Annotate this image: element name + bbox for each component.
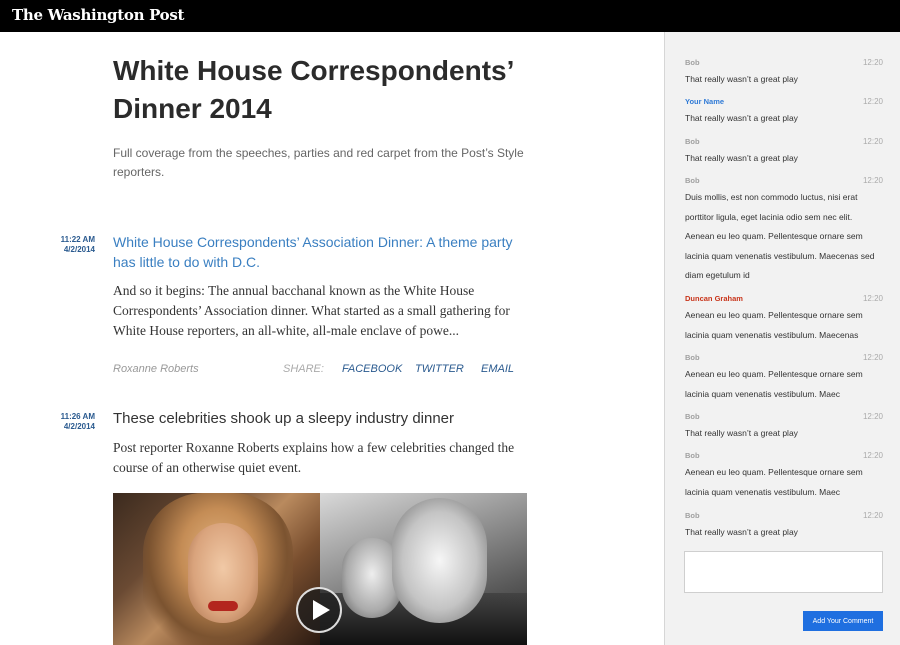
comment-author: Bob bbox=[685, 412, 700, 421]
post-date: 4/2/2014 bbox=[63, 422, 95, 431]
comment-author: Bob bbox=[685, 511, 700, 520]
comment-text: Aenean eu leo quam. Pellentesque ornare … bbox=[685, 310, 863, 340]
post-time: 11:26 AM bbox=[60, 412, 95, 421]
comment-time: 12:20 bbox=[862, 176, 883, 185]
comment-time: 12:20 bbox=[862, 511, 883, 520]
comment-author: Your Name bbox=[685, 97, 725, 106]
comment-text: That really wasn’t a great play bbox=[685, 74, 798, 84]
washington-post-logo[interactable]: The Washington Post bbox=[12, 6, 184, 24]
play-icon bbox=[313, 600, 330, 620]
comment-author: Bob bbox=[685, 451, 700, 460]
photo-left bbox=[113, 493, 320, 645]
comment-author: Duncan Graham bbox=[685, 294, 743, 303]
share-label: SHARE: bbox=[283, 363, 324, 375]
comment-time: 12:20 bbox=[862, 353, 883, 362]
post-body: And so it begins: The annual bacchanal k… bbox=[113, 283, 510, 338]
comment-text: That really wasn’t a great play bbox=[685, 428, 798, 438]
comment-time: 12:20 bbox=[862, 97, 883, 106]
comment-time: 12:20 bbox=[862, 137, 883, 146]
comment-text: That really wasn’t a great play bbox=[685, 113, 798, 123]
post-time: 11:22 AM bbox=[60, 235, 95, 244]
comments-sidebar: Bob 12:20 That really wasn’t a great pla… bbox=[664, 32, 900, 645]
add-comment-button[interactable]: Add Your Comment bbox=[803, 611, 883, 631]
comment-time: 12:20 bbox=[862, 294, 883, 303]
main-content: White House Correspondents’ Dinner 2014 … bbox=[0, 32, 664, 645]
share-twitter-link[interactable]: TWITTER bbox=[415, 363, 464, 375]
comment-text: Aenean eu leo quam. Pellentesque ornare … bbox=[685, 467, 863, 497]
photo-right bbox=[320, 493, 527, 645]
share-email-link[interactable]: EMAIL bbox=[481, 363, 514, 375]
comment-author: Bob bbox=[685, 176, 700, 185]
comment-author: Bob bbox=[685, 58, 700, 67]
page-title: White House Correspondents’ Dinner 2014 bbox=[113, 55, 513, 124]
comment-author: Bob bbox=[685, 353, 700, 362]
comment-time: 12:20 bbox=[862, 58, 883, 67]
comment-text: That really wasn’t a great play bbox=[685, 153, 798, 163]
post-date: 4/2/2014 bbox=[63, 245, 95, 254]
post-author[interactable]: Roxanne Roberts bbox=[113, 363, 199, 375]
page-subtitle: Full coverage from the speeches, parties… bbox=[113, 146, 524, 179]
comment-author: Bob bbox=[685, 137, 700, 146]
post-timestamp: 11:22 AM 4/2/2014 bbox=[50, 235, 95, 255]
comment-text: That really wasn’t a great play bbox=[685, 527, 798, 537]
post-headline-link[interactable]: White House Correspondents’ Association … bbox=[113, 232, 523, 272]
comment-text: Duis mollis, est non commodo luctus, nis… bbox=[685, 192, 875, 281]
comment-text: Aenean eu leo quam. Pellentesque ornare … bbox=[685, 369, 863, 399]
share-facebook-link[interactable]: FACEBOOK bbox=[342, 363, 402, 375]
comment-time: 12:20 bbox=[862, 412, 883, 421]
video-thumbnail[interactable] bbox=[113, 493, 527, 645]
comment-time: 12:20 bbox=[862, 451, 883, 460]
post-timestamp: 11:26 AM 4/2/2014 bbox=[50, 412, 95, 432]
comment-input[interactable] bbox=[684, 551, 883, 593]
post-headline-link[interactable]: These celebrities shook up a sleepy indu… bbox=[113, 409, 523, 429]
play-button[interactable] bbox=[296, 587, 342, 633]
top-bar: The Washington Post bbox=[0, 0, 900, 32]
post-body: Post reporter Roxanne Roberts explains h… bbox=[113, 440, 515, 475]
